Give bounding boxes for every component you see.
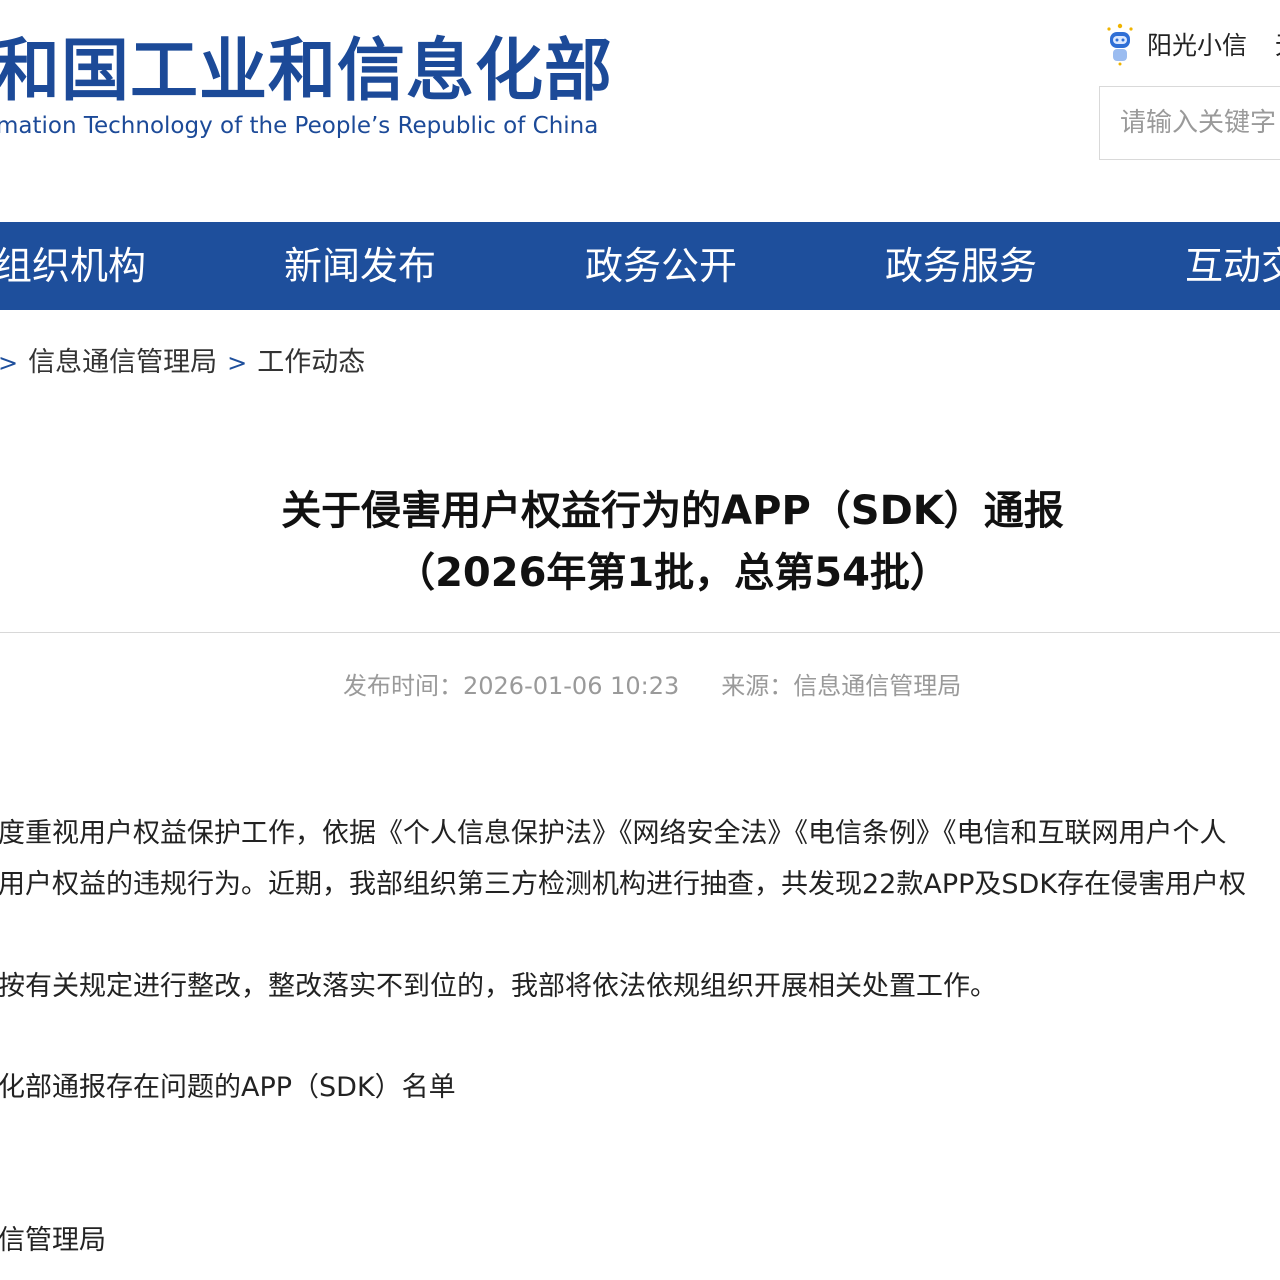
article-paragraph: 用户权益的违规行为。近期，我部组织第三方检测机构进行抽查，共发现22款APP及S… xyxy=(0,869,1247,900)
breadcrumb-item-work-news[interactable]: 工作动态 xyxy=(257,347,365,378)
article-source: 来源：信息通信管理局 xyxy=(721,672,962,700)
nav-item-organization[interactable]: 组织机构 xyxy=(0,222,146,310)
article-paragraph: 度重视用户权益保护工作，依据《个人信息保护法》《网络安全法》《电信条例》《电信和… xyxy=(0,818,1227,849)
breadcrumb-separator: > xyxy=(227,349,248,377)
title-divider xyxy=(0,632,1280,633)
article-title: 关于侵害用户权益行为的APP（SDK）通报 xyxy=(281,488,1064,534)
main-nav: 组织机构 新闻发布 政务公开 政务服务 互动交 xyxy=(0,222,1280,310)
robot-icon xyxy=(1103,22,1137,66)
nav-item-news[interactable]: 新闻发布 xyxy=(284,222,436,310)
breadcrumb: > 信息通信管理局 > 工作动态 xyxy=(0,346,365,380)
nav-item-government-affairs[interactable]: 政务公开 xyxy=(585,222,737,310)
header-link-truncated[interactable]: 无 xyxy=(1275,26,1280,62)
breadcrumb-separator: > xyxy=(0,349,19,377)
site-logo-subtitle: mation Technology of the People’s Republ… xyxy=(0,113,599,139)
nav-item-government-services[interactable]: 政务服务 xyxy=(885,222,1037,310)
assistant-link[interactable]: 阳光小信 无 xyxy=(1103,22,1280,66)
article-subtitle: （2026年第1批，总第54批） xyxy=(395,550,950,596)
page: 和国工业和信息化部 mation Technology of the Peopl… xyxy=(0,0,1280,1280)
attachment-link[interactable]: 化部通报存在问题的APP（SDK）名单 xyxy=(0,1070,456,1106)
publish-time: 发布时间：2026-01-06 10:23 xyxy=(343,672,680,700)
breadcrumb-item-bureau[interactable]: 信息通信管理局 xyxy=(28,347,217,378)
site-logo-title[interactable]: 和国工业和信息化部 xyxy=(0,38,613,106)
search-box xyxy=(1099,86,1280,160)
assistant-label: 阳光小信 xyxy=(1147,31,1248,60)
nav-item-interaction[interactable]: 互动交 xyxy=(1185,222,1280,310)
search-input[interactable] xyxy=(1100,87,1280,159)
article-signature: 信管理局 xyxy=(0,1225,106,1256)
article-meta: 发布时间：2026-01-06 10:23 来源：信息通信管理局 xyxy=(343,666,961,701)
article-paragraph: 按有关规定进行整改，整改落实不到位的，我部将依法依规组织开展相关处置工作。 xyxy=(0,971,997,1002)
